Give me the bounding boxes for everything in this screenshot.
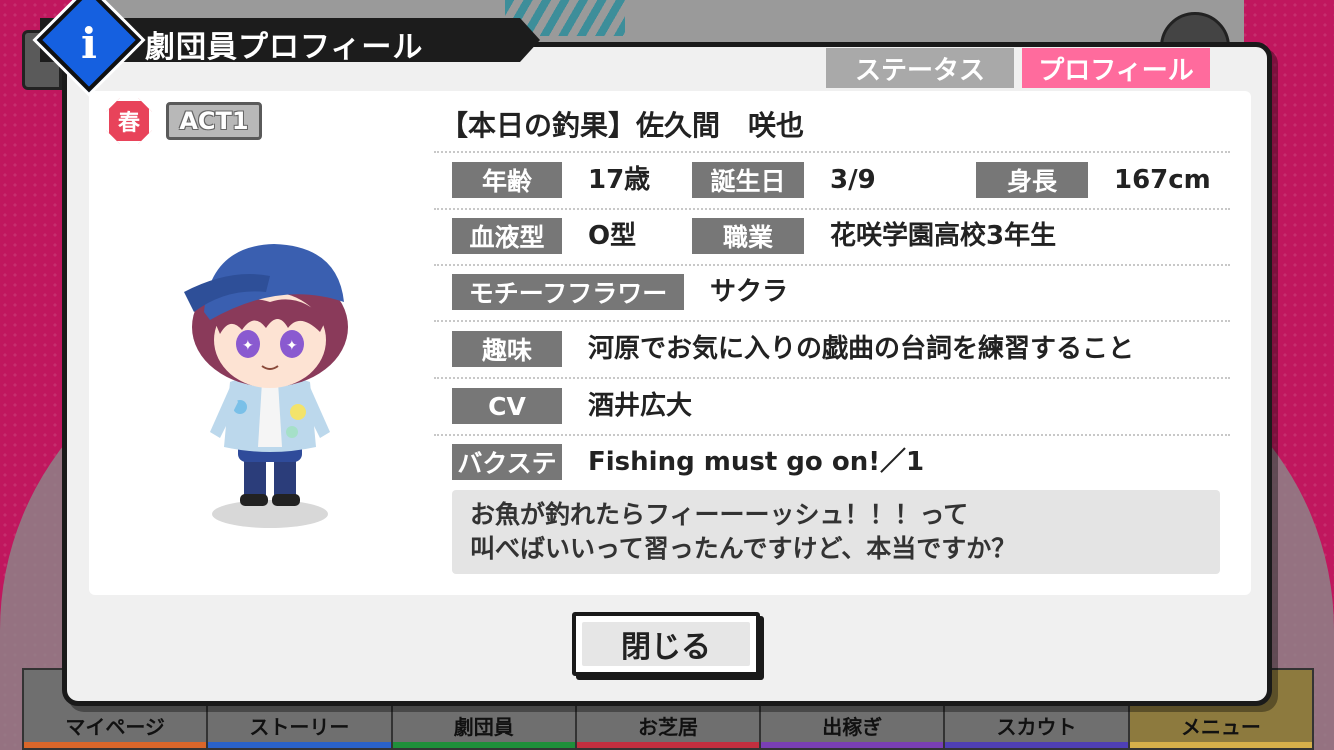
- blood-label: 血液型: [452, 218, 562, 254]
- nav-label: ストーリー: [249, 715, 350, 739]
- nav-label: 出稼ぎ: [822, 715, 883, 739]
- right-shoe: [272, 494, 300, 506]
- divider: [434, 264, 1230, 266]
- flower-label: モチーフフラワー: [452, 274, 684, 310]
- nav-label: スカウト: [996, 715, 1077, 739]
- nav-label: マイページ: [65, 715, 165, 739]
- left-shoe: [240, 494, 268, 506]
- height-value: 167cm: [1114, 165, 1211, 195]
- height-label: 身長: [976, 162, 1088, 198]
- tab-profile[interactable]: プロフィール: [1022, 48, 1210, 88]
- character-quote: お魚が釣れたらフィーーーッシュ！！！って 叫べばいいって習ったんですけど、本当で…: [452, 490, 1220, 574]
- shirt: [258, 382, 282, 447]
- eye-sparkle: ✦: [242, 338, 254, 354]
- age-label: 年齢: [452, 162, 562, 198]
- blood-value: O型: [588, 221, 637, 251]
- nav-label: 劇団員: [453, 715, 514, 739]
- quote-line: お魚が釣れたらフィーーーッシュ！！！って: [470, 500, 969, 529]
- divider: [434, 377, 1230, 379]
- nav-label: メニュー: [1180, 715, 1261, 739]
- character-illustration: ✦ ✦: [184, 244, 348, 528]
- job-label: 職業: [692, 218, 804, 254]
- cv-label: CV: [452, 388, 562, 424]
- jacket-pattern: [286, 426, 298, 438]
- quote-line: 叫べばいいって習ったんですけど、本当ですか？: [470, 534, 1017, 563]
- info-icon: i: [81, 19, 97, 68]
- flower-value: サクラ: [710, 277, 789, 307]
- eye-sparkle: ✦: [286, 338, 298, 354]
- divider: [434, 151, 1230, 153]
- divider: [434, 434, 1230, 436]
- job-value: 花咲学園高校3年生: [830, 221, 1057, 251]
- close-button-label: 閉じる: [621, 630, 711, 665]
- hobby-value: 河原でお気に入りの戯曲の台詞を練習すること: [588, 334, 1135, 364]
- shadow-ellipse: [212, 500, 328, 528]
- age-value: 17歳: [588, 165, 651, 195]
- cv-value: 酒井広大: [588, 391, 693, 421]
- hobby-label: 趣味: [452, 331, 562, 367]
- backstage-value: Fishing must go on!／1: [588, 447, 925, 477]
- birthday-value: 3/9: [830, 165, 876, 195]
- tab-status[interactable]: ステータス: [826, 48, 1014, 88]
- divider: [434, 208, 1230, 210]
- backstage-label: バクステ: [452, 444, 562, 480]
- close-button[interactable]: 閉じる: [572, 612, 760, 676]
- birthday-label: 誕生日: [692, 162, 804, 198]
- jacket-pattern: [290, 404, 306, 420]
- nav-label: お芝居: [637, 715, 698, 739]
- character-name: 【本日の釣果】佐久間 咲也: [440, 109, 805, 142]
- dialog-title: 劇団員プロフィール: [145, 30, 424, 65]
- act-badge: ACT1: [166, 102, 262, 140]
- divider: [434, 320, 1230, 322]
